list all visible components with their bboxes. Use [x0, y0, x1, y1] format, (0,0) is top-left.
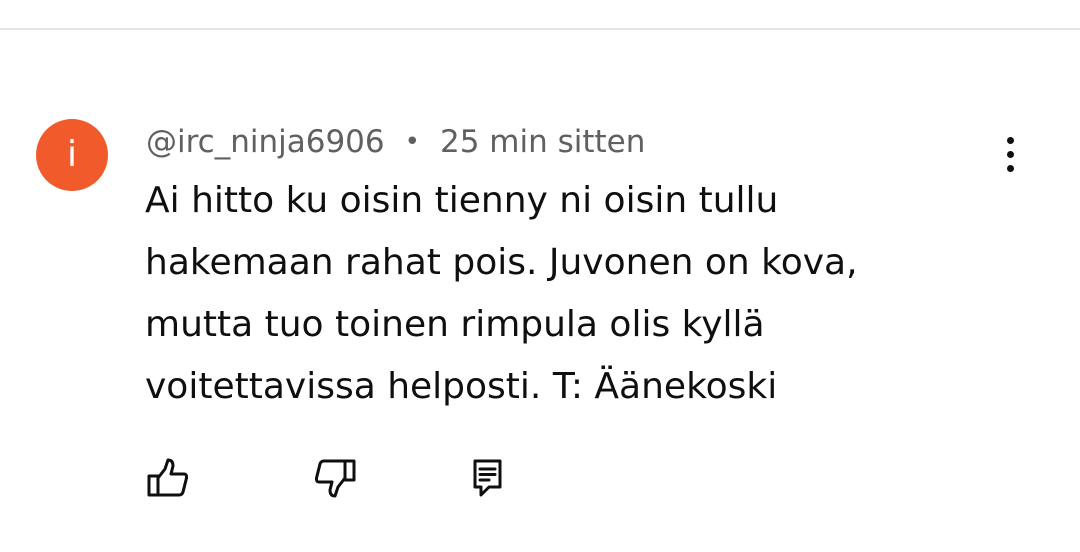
comment-text: Ai hitto ku oisin tienny ni oisin tullu … — [145, 180, 858, 407]
avatar-letter: i — [66, 134, 77, 175]
reply-button[interactable] — [464, 456, 510, 500]
dislike-button[interactable] — [312, 456, 358, 500]
avatar[interactable]: i — [36, 119, 108, 191]
reply-comment-icon — [473, 459, 502, 497]
more-vertical-icon — [1006, 136, 1014, 144]
more-options-button[interactable] — [990, 130, 1030, 178]
header-separator: • — [404, 127, 420, 157]
thumbs-down-icon — [314, 459, 356, 498]
comment-timestamp[interactable]: 25 min sitten — [440, 124, 645, 160]
more-vertical-icon-dot — [1006, 164, 1014, 172]
thumbs-up-icon — [147, 458, 189, 497]
top-divider — [0, 28, 1080, 30]
more-vertical-icon-dot — [1006, 150, 1014, 158]
like-button[interactable] — [145, 456, 191, 500]
comment-header: @irc_ninja6906 • 25 min sitten — [146, 120, 645, 164]
comment-author[interactable]: @irc_ninja6906 — [146, 124, 385, 160]
